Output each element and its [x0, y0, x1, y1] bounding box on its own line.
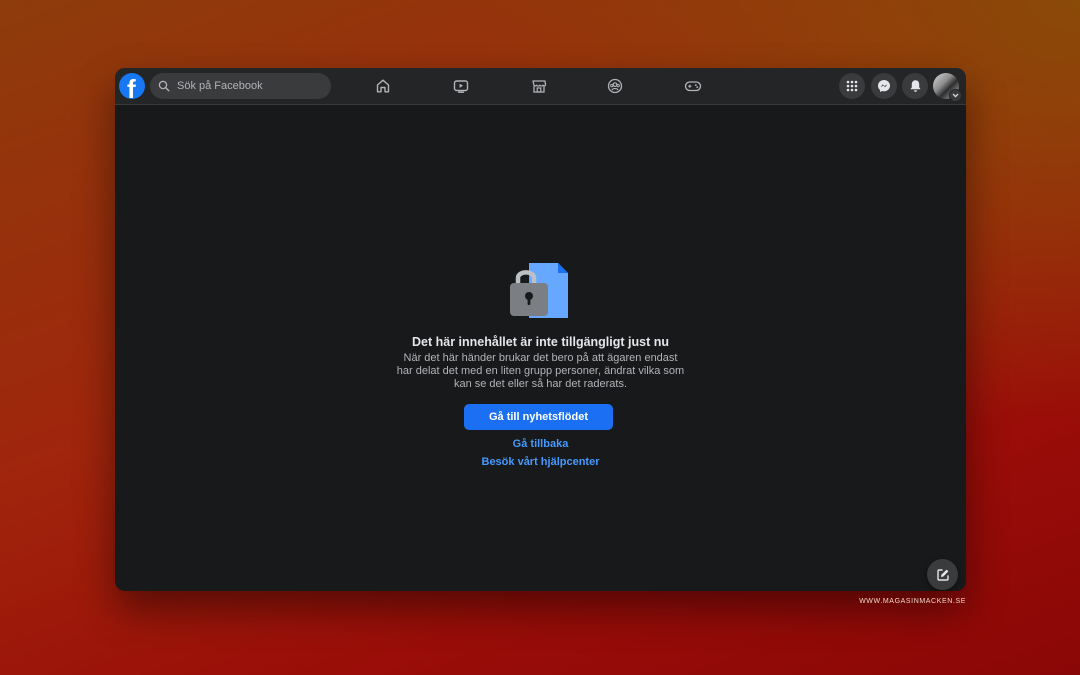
- description-line: har delat det med en liten grupp persone…: [396, 365, 685, 377]
- messenger-button[interactable]: [871, 73, 897, 99]
- menu-button[interactable]: [839, 73, 865, 99]
- account-chevron[interactable]: [949, 89, 962, 102]
- groups-icon: [607, 78, 623, 94]
- nav-groups[interactable]: [603, 74, 627, 98]
- facebook-logo[interactable]: f: [119, 73, 145, 99]
- search-box[interactable]: [150, 73, 331, 99]
- bell-icon: [909, 80, 921, 92]
- unavailable-description: När det här händer brukar det bero på at…: [385, 352, 696, 391]
- new-message-button[interactable]: [927, 559, 958, 590]
- notifications-button[interactable]: [902, 73, 928, 99]
- locked-document-icon: [510, 263, 568, 318]
- go-back-link[interactable]: Gå tillbaka: [115, 438, 966, 450]
- content-unavailable-panel: Det här innehållet är inte tillgängligt …: [115, 105, 966, 591]
- home-icon: [376, 79, 390, 93]
- description-line: När det här händer brukar det bero på at…: [403, 352, 678, 364]
- description-line: kan se det eller så har det raderats.: [453, 378, 628, 390]
- compose-icon: [936, 568, 949, 581]
- search-input[interactable]: [175, 79, 329, 93]
- nav-home[interactable]: [371, 74, 395, 98]
- watermark-text: WWW.MAGASINMACKEN.SE: [859, 598, 966, 605]
- grid-menu-icon: [846, 80, 858, 92]
- facebook-logo-letter: f: [127, 74, 136, 99]
- search-icon: [158, 80, 170, 92]
- gaming-controller-icon: [684, 81, 702, 92]
- messenger-icon: [878, 80, 890, 93]
- help-center-link[interactable]: Besök vårt hjälpcenter: [115, 456, 966, 468]
- browser-window: f Sök på Facebook Det här innehållet är …: [115, 68, 966, 591]
- watch-video-icon: [453, 80, 469, 93]
- nav-marketplace[interactable]: [527, 74, 551, 98]
- go-to-news-feed-button[interactable]: Gå till nyhetsflödet: [464, 404, 613, 430]
- unavailable-title: Det här innehållet är inte tillgängligt …: [412, 335, 669, 349]
- nav-watch[interactable]: [449, 74, 473, 98]
- marketplace-store-icon: [532, 80, 547, 93]
- chevron-down-icon: [952, 93, 959, 98]
- nav-gaming[interactable]: [681, 74, 705, 98]
- facebook-top-bar: f: [115, 68, 966, 105]
